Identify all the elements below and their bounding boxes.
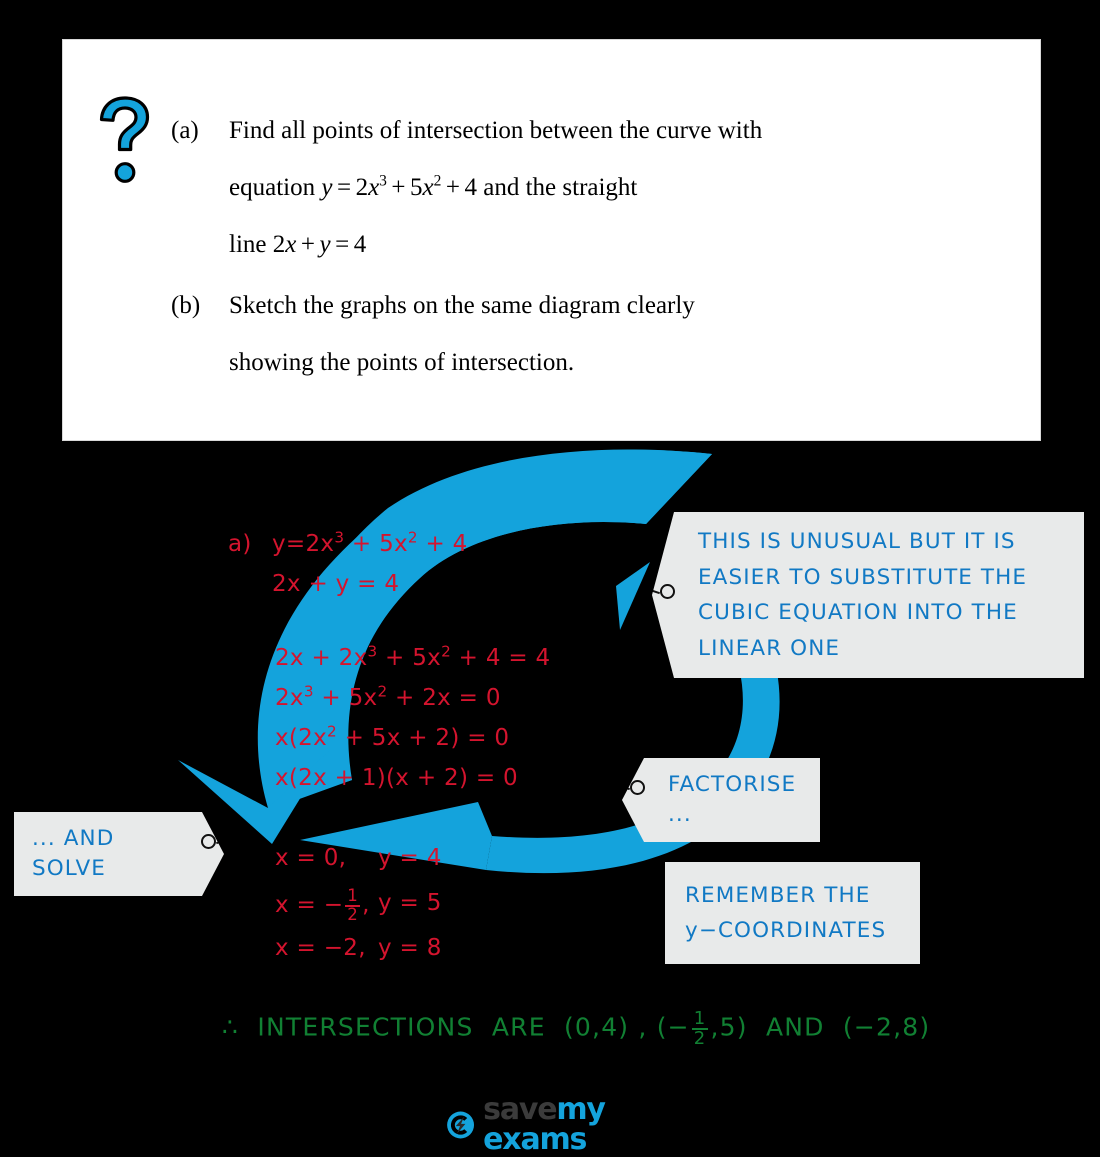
question-part-a: (a) Find all points of intersection betw… bbox=[171, 102, 1000, 273]
working-line-5: x(2x2 + 5x + 2) = 0 bbox=[275, 722, 510, 751]
solution-2-x: x = −1 2, bbox=[275, 886, 370, 924]
working-line-6: x(2x + 1)(x + 2) = 0 bbox=[275, 765, 518, 791]
callout-unusual-text: THIS IS UNUSUAL BUT IT IS EASIER TO SUBS… bbox=[698, 529, 1028, 661]
question-part-b-line-1: Sketch the graphs on the same diagram cl… bbox=[229, 292, 695, 319]
question-part-a-line-1: Find all points of intersection between … bbox=[229, 117, 763, 144]
question-part-b: (b) Sketch the graphs on the same diagra… bbox=[171, 277, 1000, 391]
solution-3-x: x = −2, bbox=[275, 935, 366, 961]
lightning-bolt-circle-icon bbox=[447, 1111, 475, 1139]
question-part-a-text: Find all points of intersection between … bbox=[229, 102, 762, 273]
question-part-b-label: (b) bbox=[171, 292, 201, 319]
question-body: (a) Find all points of intersection betw… bbox=[171, 102, 1000, 395]
solution-1-y: y = 4 bbox=[378, 845, 442, 871]
callout-remember-text: REMEMBER THE y−COORDINATES bbox=[685, 883, 887, 943]
save-my-exams-logo: savemy exams bbox=[445, 1095, 675, 1155]
solution-3-y: y = 8 bbox=[378, 935, 442, 961]
tag-eyelet-icon bbox=[201, 834, 216, 849]
question-part-a-line-3: line 2x + y = 4 bbox=[229, 231, 367, 258]
working-line-1: y=2x3 + 5x2 + 4 bbox=[272, 528, 468, 557]
callout-remember[interactable]: REMEMBER THE y−COORDINATES bbox=[665, 862, 920, 964]
question-mark-icon bbox=[93, 92, 157, 188]
working-part-label: a) bbox=[228, 531, 252, 557]
solution-1-x: x = 0, bbox=[275, 845, 347, 871]
question-part-b-line-2: showing the points of intersection. bbox=[229, 349, 575, 376]
solution-2-y: y = 5 bbox=[378, 890, 442, 916]
callout-unusual[interactable]: THIS IS UNUSUAL BUT IT IS EASIER TO SUBS… bbox=[652, 512, 1084, 678]
callout-factorise[interactable]: FACTORISE ... bbox=[622, 758, 820, 842]
arrow-tip-unusual bbox=[616, 562, 650, 630]
working-line-2: 2x + y = 4 bbox=[272, 571, 400, 597]
conclusion-line: ∴ INTERSECTIONS ARE (0,4) , (− 1 2,5) AND … bbox=[222, 1008, 931, 1050]
callout-solve-text: ... AND SOLVE bbox=[32, 826, 115, 881]
question-card: (a) Find all points of intersection betw… bbox=[63, 40, 1040, 440]
working-line-3: 2x + 2x3 + 5x2 + 4 = 4 bbox=[275, 642, 551, 671]
therefore-symbol: ∴ bbox=[222, 1012, 240, 1042]
question-part-b-text: Sketch the graphs on the same diagram cl… bbox=[229, 277, 695, 391]
callout-factorise-text: FACTORISE ... bbox=[668, 772, 797, 827]
question-part-a-line-2: equation y = 2x3 +5x2 +4 and the straight bbox=[229, 172, 638, 201]
working-line-4: 2x3 + 5x2 + 2x = 0 bbox=[275, 682, 501, 711]
logo-wordmark: savemy exams bbox=[483, 1095, 675, 1155]
callout-solve[interactable]: ... AND SOLVE bbox=[14, 812, 224, 896]
tag-eyelet-icon bbox=[630, 780, 645, 795]
tag-eyelet-icon bbox=[660, 584, 675, 599]
question-part-a-label: (a) bbox=[171, 117, 199, 144]
